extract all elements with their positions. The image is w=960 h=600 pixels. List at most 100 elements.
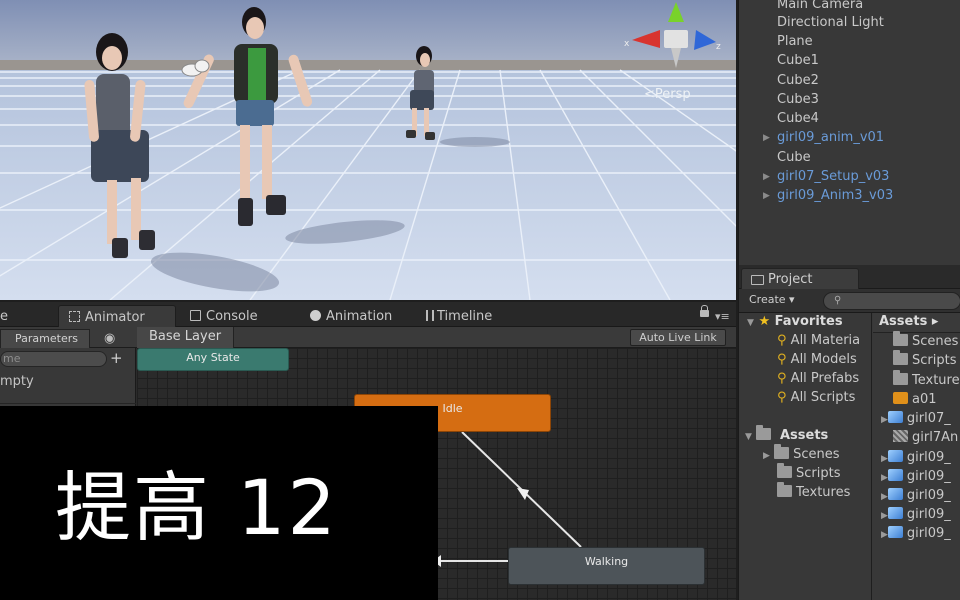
asset-label: girl09_ [906,450,951,465]
asset-item[interactable]: Texture [893,370,960,388]
expand-arrow-icon[interactable]: ▶ [763,451,770,461]
collapse-arrow-icon[interactable]: ▼ [745,432,752,442]
timeline-icon [426,310,434,321]
parameter-search-input[interactable]: me [0,351,107,367]
search-icon: ⚲ [834,295,842,306]
asset-item[interactable]: ▶ girl09_ [881,526,951,541]
folder-icon [893,350,908,365]
hierarchy-item[interactable]: Cube1 [777,53,819,68]
hierarchy-item[interactable]: Main Camera [777,0,863,12]
hierarchy-item[interactable]: Cube3 [777,92,819,107]
create-button[interactable]: Create ▾ [749,293,795,306]
expand-arrow-icon[interactable]: ▶ [763,133,770,143]
project-toolbar: Create ▾ ⚲ [739,289,960,313]
favorite-item[interactable]: ⚲ All Scripts [777,390,855,405]
scene-view[interactable]: x z <Persp [0,0,736,300]
asset-label: girl7An [912,430,959,445]
state-walking[interactable]: Walking [508,547,705,585]
hierarchy-item[interactable]: Cube [777,150,811,165]
empty-list-text: mpty [0,374,34,389]
prefab-cube-icon [887,507,903,519]
project-folder-icon [751,275,764,285]
project-asset-list: Assets ▸ Scenes Scripts Texture a01 ▶ gir… [873,313,960,600]
expand-arrow-icon[interactable]: ▶ [763,191,770,201]
hierarchy-panel: Main Camera Directional Light Plane Cube… [738,0,960,265]
assets-breadcrumb-label[interactable]: Assets ▸ [879,314,938,329]
hierarchy-item[interactable]: Directional Light [777,15,884,30]
tab-project[interactable]: Project [741,268,859,290]
assets-label: Assets [779,428,829,443]
folder-icon [774,444,790,459]
project-tabbar: Project [739,265,960,290]
expand-arrow-icon[interactable]: ▶ [881,454,888,464]
asset-folder-item[interactable]: Textures [777,482,850,500]
clock-icon [310,310,321,321]
asset-folder-item[interactable]: ▶ Scenes [763,444,840,462]
asset-label: Scenes [912,334,959,349]
tab-animation-label: Animation [326,309,393,324]
asset-item[interactable]: ▶ girl09_ [881,450,951,465]
expand-arrow-icon[interactable]: ▶ [881,415,888,425]
asset-item[interactable]: ▶ girl09_ [881,469,951,484]
breadcrumb-base-layer[interactable]: Base Layer [137,327,235,348]
tab-console[interactable]: Console [190,305,258,327]
expand-arrow-icon[interactable]: ▶ [763,172,770,182]
expand-arrow-icon[interactable]: ▶ [881,530,888,540]
asset-item[interactable]: ▶ girl09_ [881,488,951,503]
persp-label[interactable]: <Persp [644,87,691,102]
favorites-header[interactable]: ▼ ★ Favorites [747,314,843,329]
hierarchy-item[interactable]: Plane [777,34,813,49]
asset-item[interactable]: Scripts [893,350,956,368]
hierarchy-item-prefab[interactable]: girl07_Setup_v03 [777,169,889,184]
search-icon: ⚲ [777,371,787,386]
favorite-item[interactable]: ⚲ All Materia [777,333,860,348]
hierarchy-item[interactable]: Cube2 [777,73,819,88]
svg-text:x: x [624,39,630,49]
asset-label: girl09_ [906,469,951,484]
tab-partial[interactable]: e [0,305,8,327]
asset-item[interactable]: ▶ girl09_ [881,507,951,522]
lock-icon[interactable] [700,305,709,317]
caption-text: 提高 12 [55,463,338,552]
asset-folder-item[interactable]: Scripts [777,463,841,481]
expand-arrow-icon[interactable]: ▶ [881,492,888,502]
asset-item[interactable]: ▶ girl07_ [881,411,951,426]
search-icon: ⚲ [777,333,787,348]
hierarchy-item-prefab[interactable]: girl09_anim_v01 [777,130,884,145]
project-folder-tree: ▼ ★ Favorites ⚲ All Materia ⚲ All Models… [739,313,872,600]
hierarchy-item[interactable]: Cube4 [777,111,819,126]
asset-item[interactable]: a01 [893,392,937,407]
asset-label: girl07_ [906,411,951,426]
folder-icon [777,482,792,497]
favorite-label: All Scripts [790,390,856,405]
expand-arrow-icon[interactable]: ▶ [881,511,888,521]
folder-label: Scenes [793,447,840,462]
expand-arrow-icon[interactable]: ▶ [881,473,888,483]
favorite-item[interactable]: ⚲ All Models [777,352,857,367]
tab-console-label: Console [206,309,258,324]
hierarchy-item-prefab[interactable]: girl09_Anim3_v03 [777,188,893,203]
state-any-state[interactable]: Any State [137,348,289,371]
tab-animator[interactable]: Animator [58,305,176,327]
divider [0,403,136,404]
project-search-input[interactable]: ⚲ [823,292,960,310]
assets-folder-header[interactable]: ▼ Assets [745,425,829,443]
prefab-cube-icon [887,526,903,538]
star-icon: ★ [758,314,771,329]
collapse-arrow-icon[interactable]: ▼ [747,318,754,328]
tab-animator-label: Animator [85,310,145,325]
tab-timeline[interactable]: Timeline [426,305,492,327]
favorite-item[interactable]: ⚲ All Prefabs [777,371,859,386]
tab-animation[interactable]: Animation [310,305,392,327]
folder-label: Scripts [796,466,841,481]
panel-menu-icon[interactable]: ▾≡ [715,310,730,323]
parameters-tab[interactable]: Parameters [0,329,90,348]
animation-clip-icon [893,392,908,404]
add-parameter-button[interactable]: + [110,349,123,367]
auto-live-link-button[interactable]: Auto Live Link [630,329,726,346]
scene-viewport[interactable]: x z [0,0,736,300]
asset-item[interactable]: Scenes [893,331,959,349]
eye-icon[interactable]: ◉ [104,331,115,346]
asset-label: girl09_ [906,526,951,541]
asset-item[interactable]: girl7An [893,430,958,445]
